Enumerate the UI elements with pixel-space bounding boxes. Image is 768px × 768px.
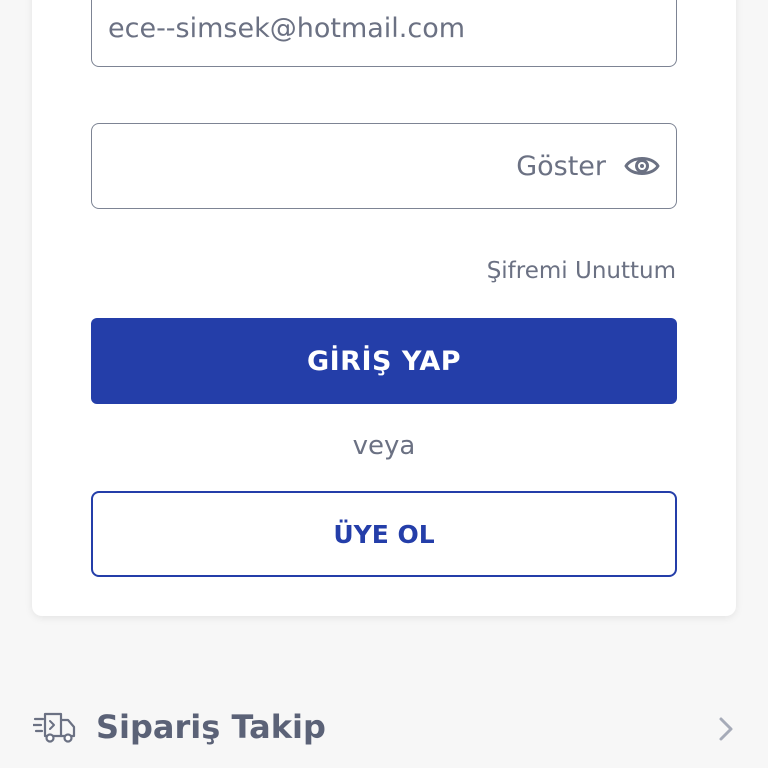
order-tracking-label: Sipariş Takip <box>96 708 326 746</box>
menu-item-order-tracking[interactable]: Sipariş Takip <box>0 690 768 768</box>
login-page: ece--simsek@hotmail.com Göster Şifremi U… <box>0 0 768 768</box>
show-password-label: Göster <box>516 150 606 182</box>
email-value: ece--simsek@hotmail.com <box>108 13 466 44</box>
email-field[interactable]: ece--simsek@hotmail.com <box>91 0 677 67</box>
register-button[interactable]: ÜYE OL <box>91 491 677 577</box>
eye-icon <box>624 157 660 175</box>
truck-icon <box>33 712 76 743</box>
or-divider-text: veya <box>352 431 416 461</box>
login-button[interactable]: GİRİŞ YAP <box>91 318 677 404</box>
show-password-toggle[interactable]: Göster <box>516 151 660 182</box>
forgot-password-link[interactable]: Şifremi Unuttum <box>487 258 676 284</box>
password-field[interactable]: Göster <box>91 123 677 209</box>
chevron-right-icon <box>719 717 733 741</box>
